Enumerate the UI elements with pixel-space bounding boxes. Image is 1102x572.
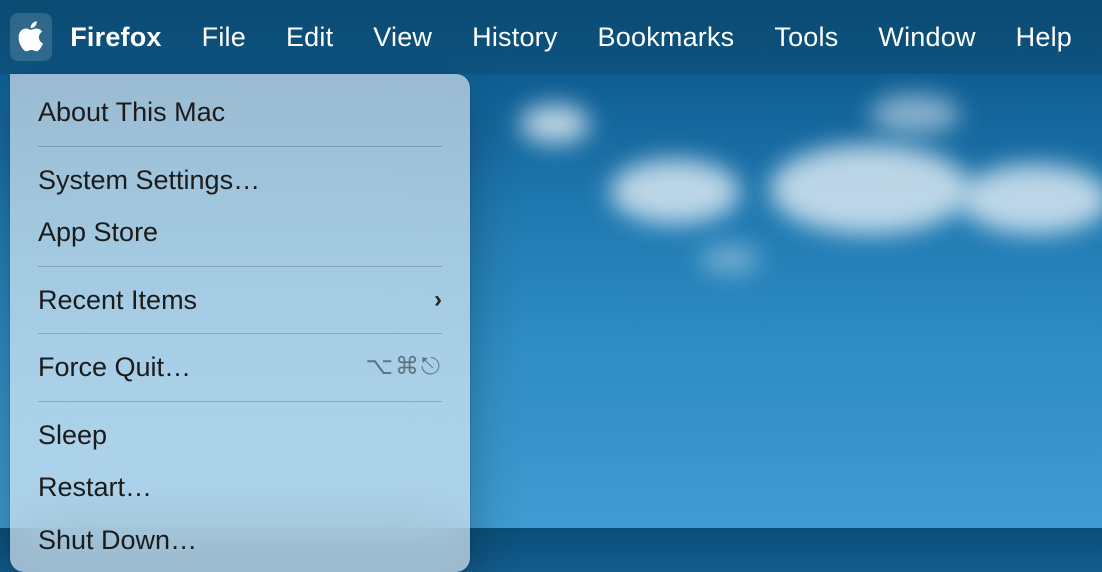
menu-item-sleep[interactable]: Sleep xyxy=(10,409,470,462)
menu-item-label: About This Mac xyxy=(38,92,225,133)
menu-separator xyxy=(38,333,442,334)
menubar-item-edit[interactable]: Edit xyxy=(266,22,353,53)
menu-item-force-quit[interactable]: Force Quit… ⌥⌘⎋ xyxy=(10,341,470,394)
apple-logo-icon xyxy=(16,20,46,54)
menubar-item-help[interactable]: Help xyxy=(996,22,1092,53)
menu-item-label: App Store xyxy=(38,212,158,253)
menu-item-label: Force Quit… xyxy=(38,347,191,388)
menu-item-restart[interactable]: Restart… xyxy=(10,461,470,514)
menubar-item-view[interactable]: View xyxy=(353,22,452,53)
menu-separator xyxy=(38,401,442,402)
menubar-item-window[interactable]: Window xyxy=(858,22,995,53)
keyboard-shortcut: ⌥⌘⎋ xyxy=(365,349,442,385)
apple-menu-button[interactable] xyxy=(10,13,52,61)
menubar-app-name[interactable]: Firefox xyxy=(58,22,181,53)
apple-menu-dropdown: About This Mac System Settings… App Stor… xyxy=(10,74,470,572)
menu-item-app-store[interactable]: App Store xyxy=(10,206,470,259)
menu-item-shut-down[interactable]: Shut Down… xyxy=(10,514,470,567)
menu-separator xyxy=(38,266,442,267)
menu-separator xyxy=(38,146,442,147)
menubar: Firefox File Edit View History Bookmarks… xyxy=(0,0,1102,74)
menu-item-system-settings[interactable]: System Settings… xyxy=(10,154,470,207)
menubar-item-file[interactable]: File xyxy=(182,22,266,53)
chevron-right-icon: › xyxy=(434,282,442,318)
menu-item-recent-items[interactable]: Recent Items › xyxy=(10,274,470,327)
menubar-item-tools[interactable]: Tools xyxy=(754,22,858,53)
menu-item-label: Shut Down… xyxy=(38,520,197,561)
menu-item-label: Sleep xyxy=(38,415,107,456)
menu-item-label: System Settings… xyxy=(38,160,260,201)
menu-item-label: Recent Items xyxy=(38,280,197,321)
menubar-item-bookmarks[interactable]: Bookmarks xyxy=(578,22,755,53)
menu-item-label: Restart… xyxy=(38,467,152,508)
menu-item-about-this-mac[interactable]: About This Mac xyxy=(10,86,470,139)
menubar-item-history[interactable]: History xyxy=(452,22,577,53)
